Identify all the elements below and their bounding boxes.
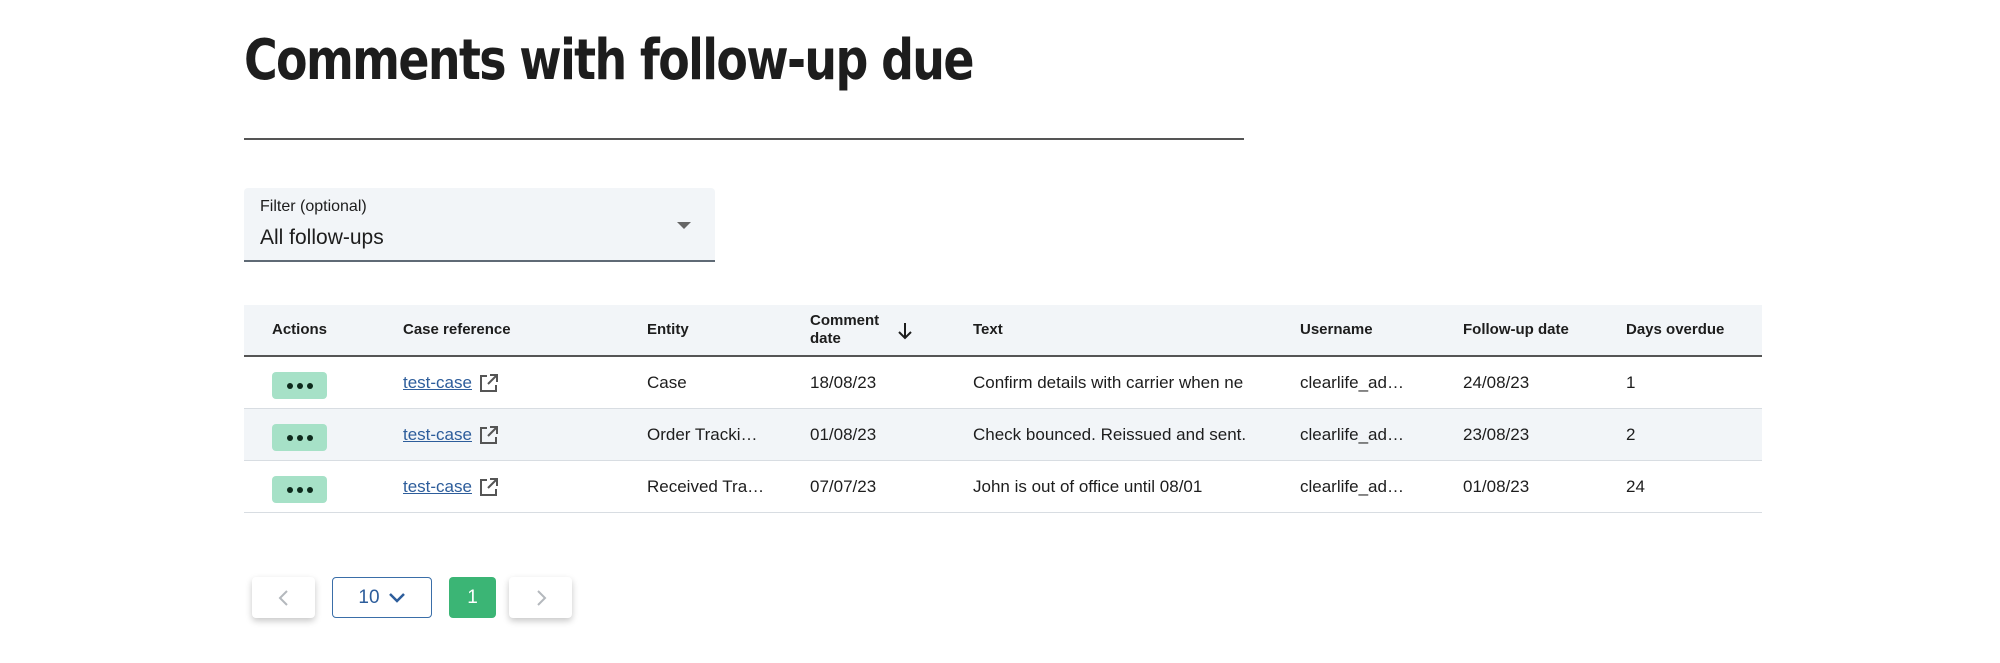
dot — [296, 486, 303, 493]
row-actions-button[interactable] — [272, 476, 327, 503]
comment-date-cell: 18/08/23 — [810, 373, 877, 392]
page-title: Comments with follow-up due — [244, 28, 974, 93]
external-link-icon[interactable] — [478, 372, 500, 394]
case-reference-cell: test-case — [403, 461, 500, 513]
chevron-right-icon — [536, 589, 546, 606]
chevron-down-icon — [388, 592, 405, 603]
dot — [286, 486, 293, 493]
page-size-select[interactable]: 10 — [332, 577, 432, 618]
days-overdue-cell: 1 — [1626, 373, 1636, 392]
column-header-comment-date[interactable]: Comment date — [810, 305, 879, 355]
username-cell: clearlife_ad… — [1300, 373, 1404, 392]
page-size-value: 10 — [358, 586, 380, 608]
arrow-down-icon[interactable] — [896, 321, 914, 341]
case-reference-link[interactable]: test-case — [403, 477, 472, 497]
username-cell: clearlife_ad… — [1300, 425, 1404, 444]
dot — [306, 382, 313, 389]
row-actions-button[interactable] — [272, 424, 327, 451]
case-reference-link[interactable]: test-case — [403, 373, 472, 393]
external-link-icon[interactable] — [478, 424, 500, 446]
table-header: Actions Case reference Entity Comment da… — [244, 305, 1762, 357]
comment-date-cell: 01/08/23 — [810, 425, 877, 444]
dot — [306, 486, 313, 493]
followup-date-cell: 01/08/23 — [1463, 477, 1530, 496]
table-row: test-case Case 18/08/23 Confirm details … — [244, 357, 1762, 409]
column-header-username[interactable]: Username — [1300, 305, 1373, 355]
days-overdue-cell: 24 — [1626, 477, 1645, 496]
filter-label: Filter (optional) — [260, 198, 367, 215]
column-header-comment-date-line2: date — [810, 330, 841, 347]
followup-table: Actions Case reference Entity Comment da… — [244, 305, 1762, 513]
column-header-actions: Actions — [272, 321, 328, 338]
page: Comments with follow-up due Filter (opti… — [0, 0, 2000, 663]
filter-select[interactable]: Filter (optional) All follow-ups — [244, 188, 715, 262]
text-cell: Check bounced. Reissued and sent. — [973, 425, 1247, 444]
dot — [306, 434, 313, 441]
case-reference-cell: test-case — [403, 409, 500, 461]
case-reference-link[interactable]: test-case — [403, 425, 472, 445]
filter-value: All follow-ups — [260, 226, 384, 249]
chevron-left-icon — [278, 589, 288, 606]
dot — [296, 382, 303, 389]
comment-date-cell: 07/07/23 — [810, 477, 877, 496]
column-header-comment-date-line1: Comment — [810, 312, 880, 329]
dot — [296, 434, 303, 441]
row-actions-button[interactable] — [272, 372, 327, 399]
caret-down-icon — [677, 222, 691, 229]
next-page-button[interactable] — [509, 577, 572, 618]
page-number-button[interactable]: 1 — [449, 577, 496, 618]
dot — [286, 382, 293, 389]
dot — [286, 434, 293, 441]
column-header-followup-date[interactable]: Follow-up date — [1463, 305, 1569, 355]
case-reference-cell: test-case — [403, 357, 500, 409]
column-header-text[interactable]: Text — [973, 305, 1003, 355]
followup-date-cell: 23/08/23 — [1463, 425, 1530, 444]
table-row: test-case Order Tracki… 01/08/23 Check b… — [244, 409, 1762, 461]
username-cell: clearlife_ad… — [1300, 477, 1404, 496]
entity-cell: Received Tra… — [647, 477, 765, 496]
days-overdue-cell: 2 — [1626, 425, 1636, 444]
entity-cell: Case — [647, 373, 687, 392]
previous-page-button[interactable] — [252, 577, 315, 618]
table-row: test-case Received Tra… 07/07/23 John is… — [244, 461, 1762, 513]
text-cell: Confirm details with carrier when ne — [973, 373, 1244, 392]
followup-date-cell: 24/08/23 — [1463, 373, 1530, 392]
title-divider — [244, 138, 1244, 140]
column-header-entity[interactable]: Entity — [647, 305, 689, 355]
external-link-icon[interactable] — [478, 476, 500, 498]
column-header-case-reference[interactable]: Case reference — [403, 305, 511, 355]
entity-cell: Order Tracki… — [647, 425, 758, 444]
text-cell: John is out of office until 08/01 — [973, 477, 1203, 496]
column-header-days-overdue[interactable]: Days overdue — [1626, 305, 1724, 355]
